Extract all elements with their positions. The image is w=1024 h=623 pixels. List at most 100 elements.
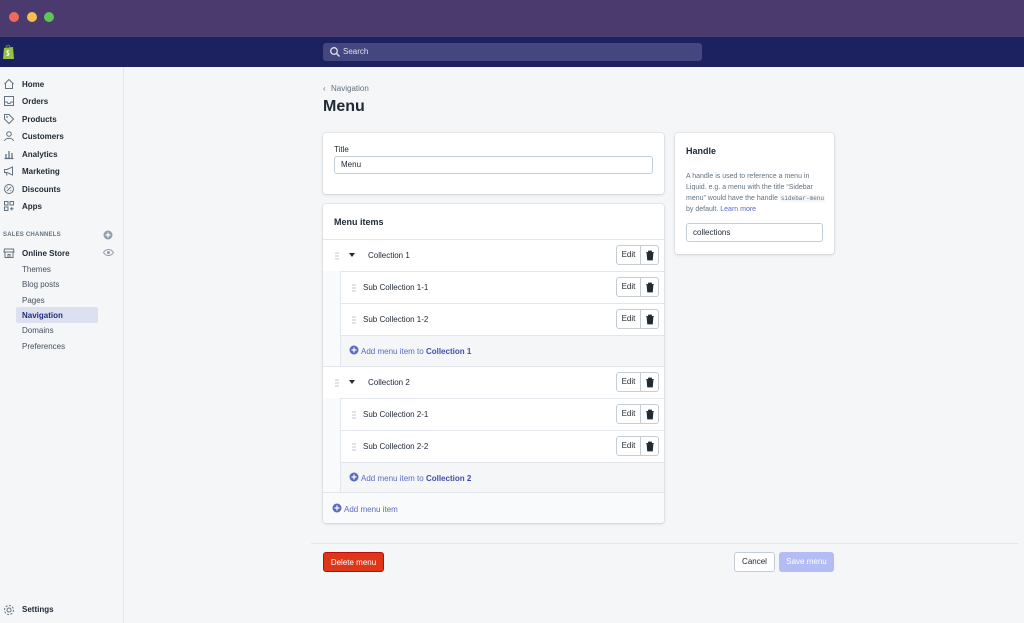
handle-desc-tail: by default. — [686, 206, 719, 213]
sidebar-item-marketing[interactable]: Marketing — [0, 163, 124, 180]
cancel-button[interactable]: Cancel — [734, 552, 775, 572]
close-window-button[interactable] — [9, 12, 19, 22]
edit-button[interactable]: Edit — [616, 372, 641, 392]
edit-button[interactable]: Edit — [616, 277, 641, 297]
sidebar-item-label: Marketing — [22, 167, 60, 176]
sidebar-item-label: Products — [22, 115, 57, 124]
edit-button[interactable]: Edit — [616, 436, 641, 456]
collection-1-children: Sub Collection 1-1 Edit Sub Collection 1… — [323, 271, 664, 366]
search-icon — [330, 47, 340, 57]
title-input[interactable]: Menu — [334, 156, 653, 174]
drag-handle-icon[interactable] — [335, 252, 339, 260]
menu-items-heading: Menu items — [334, 217, 384, 227]
sidebar-item-home[interactable]: Home — [0, 76, 124, 93]
trash-icon — [646, 377, 654, 388]
collapse-caret-icon[interactable] — [349, 253, 355, 257]
drag-handle-icon[interactable] — [352, 284, 356, 292]
sidebar-item-label: Settings — [22, 605, 54, 614]
add-subitem-link[interactable]: Add menu item to Collection 1 — [341, 335, 664, 365]
megaphone-icon — [4, 166, 13, 176]
add-subitem-prefix: Add menu item to — [361, 347, 424, 356]
sidebar-item-analytics[interactable]: Analytics — [0, 146, 124, 163]
chevron-left-icon: ‹ — [323, 84, 326, 93]
add-subitem-link[interactable]: Add menu item to Collection 2 — [341, 462, 664, 492]
edit-button[interactable]: Edit — [616, 309, 641, 329]
sidebar-item-label: Customers — [22, 132, 64, 141]
sidebar-item-customers[interactable]: Customers — [0, 128, 124, 145]
sidebar-subitem-preferences[interactable]: Preferences — [22, 342, 65, 351]
view-store-eye-icon[interactable] — [103, 248, 114, 257]
menu-item-name: Sub Collection 1-1 — [363, 283, 429, 292]
trash-icon — [646, 409, 654, 420]
menu-item-name: Sub Collection 2-1 — [363, 410, 429, 419]
delete-item-button[interactable] — [641, 245, 659, 265]
delete-item-button[interactable] — [641, 309, 659, 329]
handle-card: Handle A handle is used to reference a m… — [675, 133, 834, 254]
menu-items-card: Menu items Collection 1 Edit Sub Collect… — [323, 204, 664, 523]
add-subitem-prefix: Add menu item to — [361, 474, 424, 483]
breadcrumb[interactable]: ‹ Navigation — [323, 84, 369, 93]
trash-icon — [646, 441, 654, 452]
sidebar-item-settings[interactable]: Settings — [0, 602, 124, 618]
edit-button[interactable]: Edit — [616, 404, 641, 424]
handle-input[interactable]: collections — [686, 223, 823, 242]
handle-heading: Handle — [686, 146, 717, 156]
sidebar-subitem-navigation[interactable]: Navigation — [22, 311, 63, 320]
sidebar-item-label: Home — [22, 80, 45, 89]
person-icon — [4, 131, 14, 142]
menu-item-row: Collection 1 Edit — [323, 239, 664, 271]
sidebar-item-orders[interactable]: Orders — [0, 93, 124, 110]
add-channel-icon[interactable] — [103, 230, 113, 240]
delete-item-button[interactable] — [641, 404, 659, 424]
sidebar-item-products[interactable]: Products — [0, 111, 124, 128]
add-circle-icon — [332, 503, 342, 513]
drag-handle-icon[interactable] — [352, 443, 356, 451]
inbox-icon — [4, 96, 14, 106]
sidebar-subitem-domains[interactable]: Domains — [22, 326, 54, 335]
add-subitem-target: Collection 2 — [425, 474, 472, 483]
trash-icon — [646, 314, 654, 325]
menu-item-name: Collection 1 — [368, 251, 410, 260]
delete-item-button[interactable] — [641, 436, 659, 456]
shopify-bag-icon[interactable] — [2, 44, 15, 60]
menu-subitem-row: Sub Collection 2-2 Edit — [341, 430, 664, 462]
footer-divider — [311, 543, 1018, 544]
trash-icon — [646, 282, 654, 293]
sidebar-subitem-pages[interactable]: Pages — [22, 296, 45, 305]
menu-item-row: Collection 2 Edit — [323, 366, 664, 398]
trash-icon — [646, 250, 654, 261]
collapse-caret-icon[interactable] — [349, 380, 355, 384]
search-input[interactable]: Search — [323, 43, 702, 61]
drag-handle-icon[interactable] — [352, 316, 356, 324]
bar-chart-icon — [4, 151, 14, 160]
delete-item-button[interactable] — [641, 277, 659, 297]
save-menu-button[interactable]: Save menu — [779, 552, 834, 572]
sidebar-item-apps[interactable]: Apps — [0, 198, 124, 215]
drag-handle-icon[interactable] — [335, 379, 339, 387]
sidebar-subitem-blog-posts[interactable]: Blog posts — [22, 280, 59, 289]
minimize-window-button[interactable] — [27, 12, 37, 22]
sidebar-item-discounts[interactable]: Discounts — [0, 181, 124, 198]
learn-more-link[interactable]: Learn more — [720, 206, 756, 213]
add-menu-item-link[interactable]: Add menu item — [323, 492, 664, 523]
window-titlebar — [0, 0, 1024, 37]
gear-icon — [4, 605, 14, 615]
drag-handle-icon[interactable] — [352, 411, 356, 419]
breadcrumb-label: Navigation — [331, 84, 369, 93]
menu-subitem-row: Sub Collection 2-1 Edit — [341, 398, 664, 430]
menu-item-name: Sub Collection 2-2 — [363, 442, 429, 451]
sidebar-item-label: Discounts — [22, 185, 61, 194]
discount-icon — [4, 184, 14, 194]
sidebar-subitem-themes[interactable]: Themes — [22, 265, 51, 274]
add-menu-item-text: Add menu item — [344, 505, 398, 514]
delete-item-button[interactable] — [641, 372, 659, 392]
handle-desc-code: sidebar-menu — [779, 195, 826, 202]
add-circle-icon — [349, 472, 359, 482]
maximize-window-button[interactable] — [44, 12, 54, 22]
sidebar: Home Orders Products Customers Analytics… — [0, 67, 124, 623]
add-subitem-text: Add menu item to Collection 2 — [361, 474, 471, 483]
title-card: Title Menu — [323, 133, 664, 194]
sidebar-item-online-store[interactable]: Online Store — [0, 245, 124, 261]
delete-menu-button[interactable]: Delete menu — [323, 552, 384, 572]
edit-button[interactable]: Edit — [616, 245, 641, 265]
